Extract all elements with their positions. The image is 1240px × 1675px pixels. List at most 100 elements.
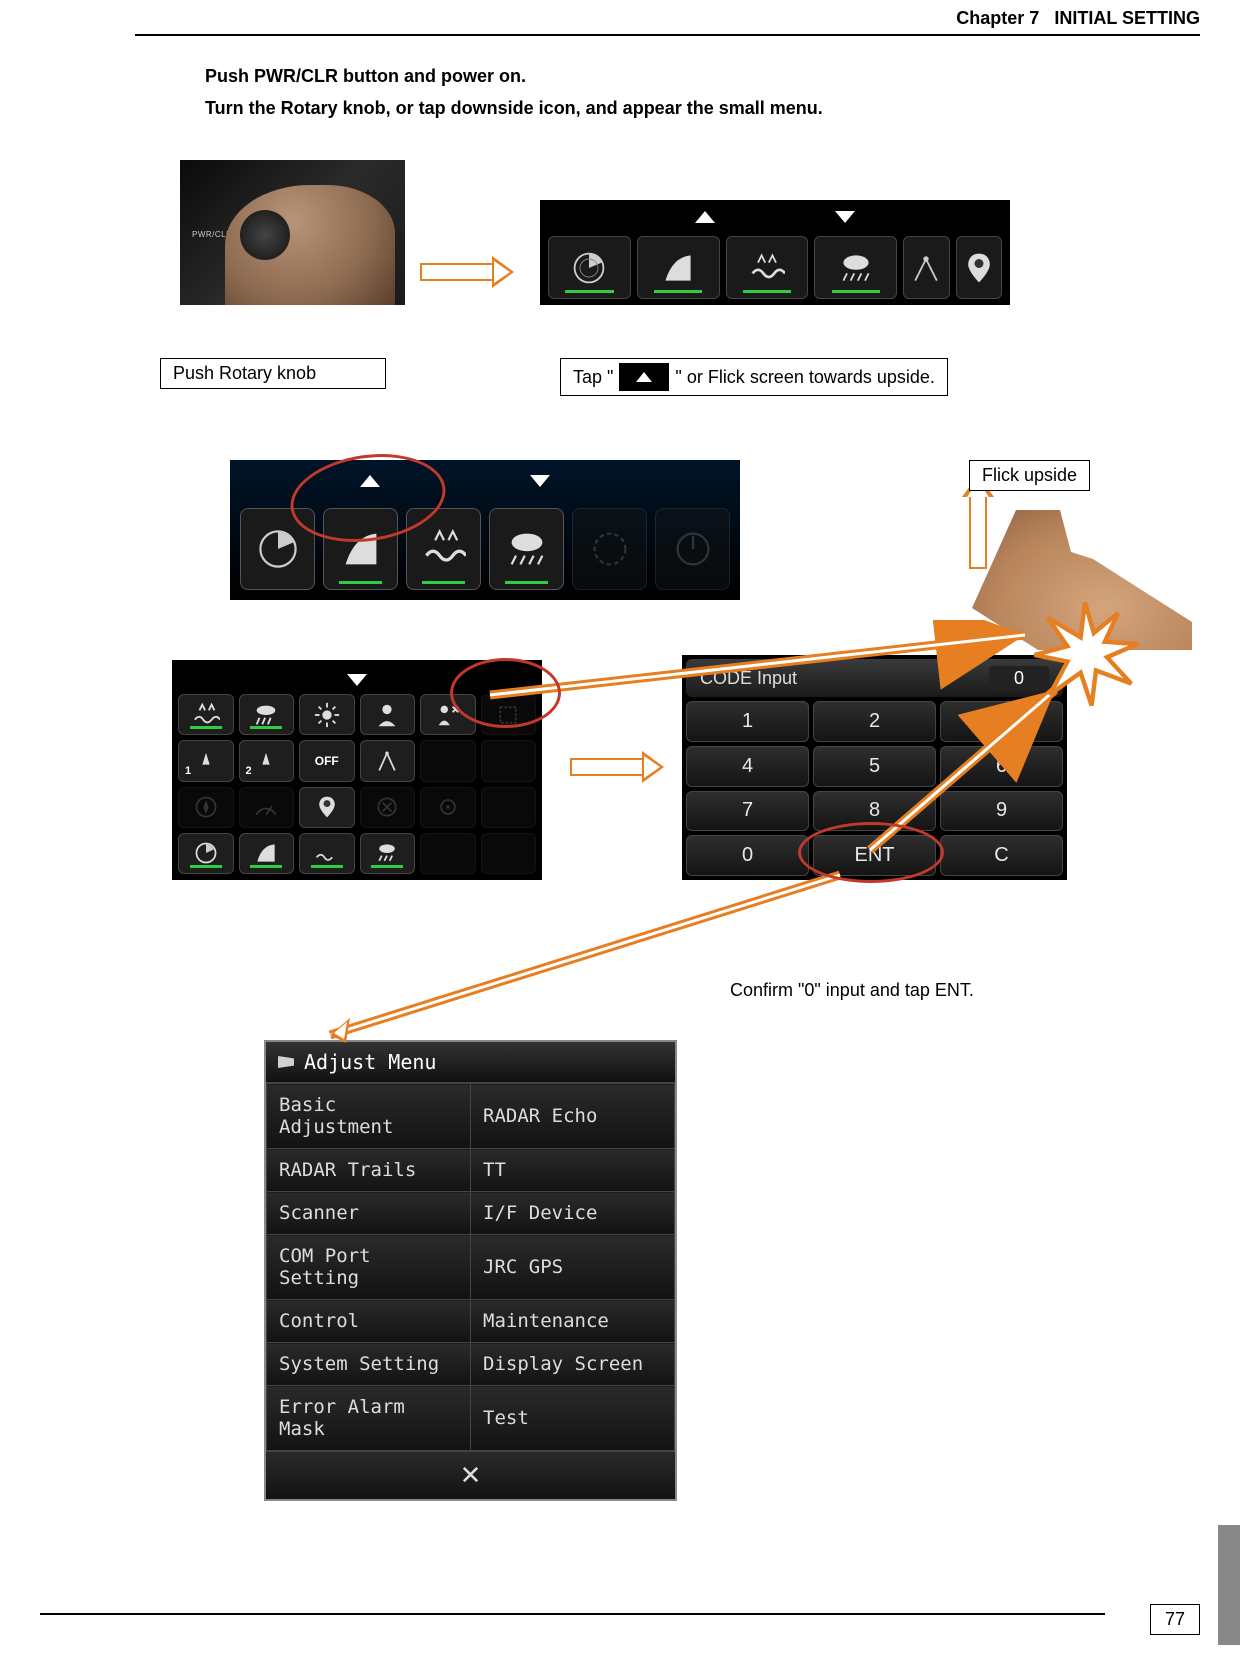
divider-handle-icon[interactable]	[903, 236, 949, 299]
small-menu-bar	[540, 200, 1010, 305]
disabled-grid-4	[420, 833, 476, 874]
key-2[interactable]: 2	[813, 701, 936, 742]
key-4[interactable]: 4	[686, 746, 809, 787]
rain-cloud-icon[interactable]	[489, 508, 564, 590]
key-6[interactable]: 6	[940, 746, 1063, 787]
menu-basic-adjustment[interactable]: Basic Adjustment	[267, 1084, 471, 1149]
compass-icon[interactable]	[178, 787, 234, 828]
arrow-right-2	[570, 755, 664, 779]
menu-system-setting[interactable]: System Setting	[267, 1343, 471, 1386]
radar-sweep-icon[interactable]	[548, 236, 631, 299]
triangle-down-icon[interactable]	[835, 211, 855, 223]
adjust-menu-window: Adjust Menu Basic AdjustmentRADAR Echo R…	[264, 1040, 677, 1501]
pwr-clr-label: PWR/CLR	[192, 230, 232, 239]
tap-prefix: Tap "	[573, 367, 613, 388]
buoy-2-icon[interactable]: 2	[239, 740, 295, 781]
divider-tool-icon[interactable]	[360, 740, 416, 781]
disabled-grid-2	[481, 740, 537, 781]
crop-icon[interactable]	[481, 694, 537, 735]
tap-caption-box: Tap " " or Flick screen towards upside.	[560, 358, 948, 396]
menu-com-port[interactable]: COM Port Setting	[267, 1235, 471, 1300]
icon-grid-menu: 1 2 OFF	[172, 660, 542, 880]
radar-sweep-icon[interactable]	[178, 833, 234, 874]
target-icon[interactable]	[360, 787, 416, 828]
triangle-down-icon[interactable]	[530, 475, 550, 487]
confirm-instruction: Confirm "0" input and tap ENT.	[730, 980, 974, 1001]
footer-rule	[40, 1613, 1105, 1615]
rain-cloud-icon[interactable]	[814, 236, 897, 299]
key-ent[interactable]: ENT	[813, 835, 936, 876]
sea-wave-icon[interactable]	[299, 833, 355, 874]
maintenance-icon[interactable]	[420, 694, 476, 735]
disabled-grid-3	[481, 787, 537, 828]
menu-tt[interactable]: TT	[471, 1149, 675, 1192]
flag-icon	[278, 1056, 294, 1068]
location-pin-icon[interactable]	[299, 787, 355, 828]
key-5[interactable]: 5	[813, 746, 936, 787]
speed-icon[interactable]	[239, 787, 295, 828]
arrow-diag-3	[310, 870, 860, 1045]
section-tab	[1218, 1525, 1240, 1645]
menu-display-screen[interactable]: Display Screen	[471, 1343, 675, 1386]
menu-radar-trails[interactable]: RADAR Trails	[267, 1149, 471, 1192]
triangle-up-icon[interactable]	[360, 475, 380, 487]
disabled-icon-2	[655, 508, 730, 590]
sea-wave-icon[interactable]	[178, 694, 234, 735]
key-7[interactable]: 7	[686, 791, 809, 832]
gain-curve-icon[interactable]	[239, 833, 295, 874]
sea-wave-icon[interactable]	[726, 236, 809, 299]
rain-cloud-icon[interactable]	[360, 833, 416, 874]
menu-if-device[interactable]: I/F Device	[471, 1192, 675, 1235]
tap-suffix: " or Flick screen towards upside.	[675, 367, 935, 388]
key-1[interactable]: 1	[686, 701, 809, 742]
page-number: 77	[1150, 1604, 1200, 1635]
gain-curve-icon[interactable]	[637, 236, 720, 299]
page-header: Chapter 7 INITIAL SETTING	[956, 8, 1200, 29]
menu-jrc-gps[interactable]: JRC GPS	[471, 1235, 675, 1300]
sea-wave-icon[interactable]	[406, 508, 481, 590]
menu-test[interactable]: Test	[471, 1386, 675, 1451]
intro-text: Push PWR/CLR button and power on. Turn t…	[205, 60, 823, 125]
flick-label-box: Flick upside	[969, 460, 1090, 491]
header-title: INITIAL SETTING	[1054, 8, 1200, 28]
location-pin-icon[interactable]	[956, 236, 1002, 299]
key-9[interactable]: 9	[940, 791, 1063, 832]
buoy-1-icon[interactable]: 1	[178, 740, 234, 781]
rain-cloud-icon[interactable]	[239, 694, 295, 735]
adjust-menu-title: Adjust Menu	[304, 1050, 436, 1074]
tap-burst-icon	[1030, 600, 1140, 710]
triangle-up-icon[interactable]	[695, 211, 715, 223]
rotary-knob-photo: PWR/CLR	[180, 160, 405, 305]
header-rule	[135, 34, 1200, 36]
marker-icon[interactable]	[420, 787, 476, 828]
triangle-down-icon[interactable]	[347, 674, 367, 686]
disabled-icon-1	[572, 508, 647, 590]
small-menu-bar-zoomed	[230, 460, 740, 600]
flick-label: Flick upside	[982, 465, 1077, 486]
menu-control[interactable]: Control	[267, 1300, 471, 1343]
rotary-knob-caption-box: Push Rotary knob	[160, 358, 386, 389]
keypad-title: CODE Input	[700, 668, 797, 689]
radar-sweep-icon[interactable]	[240, 508, 315, 590]
key-8[interactable]: 8	[813, 791, 936, 832]
gain-curve-icon[interactable]	[323, 508, 398, 590]
chapter-label: Chapter 7	[956, 8, 1039, 28]
disabled-grid-1	[420, 740, 476, 781]
intro-line-2: Turn the Rotary knob, or tap downside ic…	[205, 92, 823, 124]
person-icon[interactable]	[360, 694, 416, 735]
brightness-icon[interactable]	[299, 694, 355, 735]
code-input-keypad: CODE Input 0 1 2 3 4 5 6 7 8 9 0 ENT C	[682, 655, 1067, 880]
disabled-grid-5	[481, 833, 537, 874]
menu-scanner[interactable]: Scanner	[267, 1192, 471, 1235]
menu-radar-echo[interactable]: RADAR Echo	[471, 1084, 675, 1149]
rotary-knob-caption: Push Rotary knob	[173, 363, 316, 384]
close-button[interactable]: ✕	[266, 1451, 675, 1499]
menu-error-alarm-mask[interactable]: Error Alarm Mask	[267, 1386, 471, 1451]
intro-line-1: Push PWR/CLR button and power on.	[205, 60, 823, 92]
off-toggle-icon[interactable]: OFF	[299, 740, 355, 781]
arrow-right-1	[420, 260, 514, 284]
key-c[interactable]: C	[940, 835, 1063, 876]
key-0[interactable]: 0	[686, 835, 809, 876]
mini-triangle-icon	[619, 363, 669, 391]
menu-maintenance[interactable]: Maintenance	[471, 1300, 675, 1343]
